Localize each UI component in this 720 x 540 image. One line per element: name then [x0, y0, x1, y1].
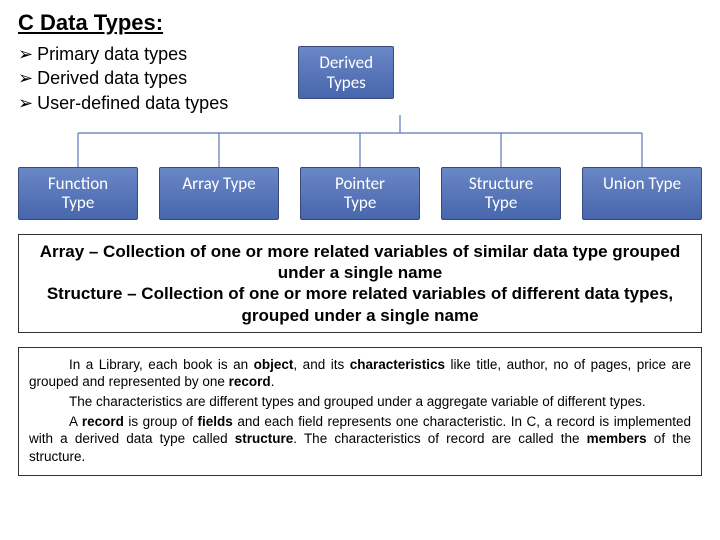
bullet-item: User-defined data types [18, 91, 228, 115]
para-3: A record is group of fields and each fie… [29, 413, 691, 466]
diagram-child-pointer: PointerType [300, 167, 420, 220]
def-array-label: Array [40, 242, 84, 261]
definitions-box: Array – Collection of one or more relate… [18, 234, 702, 333]
diagram-root-node: DerivedTypes [298, 46, 394, 99]
diagram: FunctionType Array Type PointerType Stru… [18, 115, 702, 220]
diagram-child-union: Union Type [582, 167, 702, 220]
bullet-item: Derived data types [18, 66, 228, 90]
def-structure-text: – Collection of one or more related vari… [122, 284, 673, 324]
bullet-list: Primary data types Derived data types Us… [18, 42, 228, 115]
bullet-item: Primary data types [18, 42, 228, 66]
para-2: The characteristics are different types … [29, 393, 691, 411]
diagram-child-structure: StructureType [441, 167, 561, 220]
para-1: In a Library, each book is an object, an… [29, 356, 691, 391]
def-structure-label: Structure [47, 284, 123, 303]
def-array-text: – Collection of one or more related vari… [84, 242, 680, 282]
diagram-child-array: Array Type [159, 167, 279, 220]
explanation-box: In a Library, each book is an object, an… [18, 347, 702, 476]
diagram-child-function: FunctionType [18, 167, 138, 220]
page-title: C Data Types: [18, 10, 702, 36]
